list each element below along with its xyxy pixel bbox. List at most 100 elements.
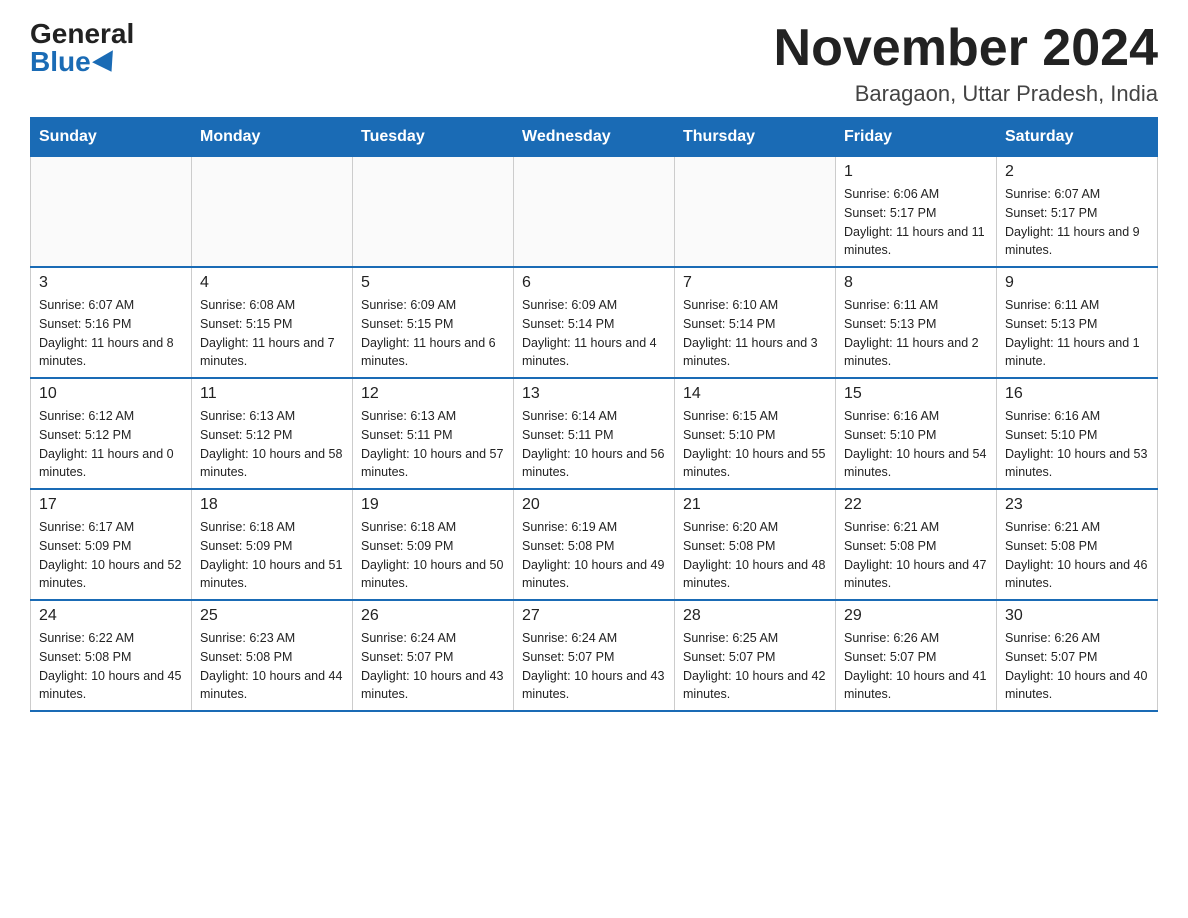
calendar-week-row: 24 Sunrise: 6:22 AMSunset: 5:08 PMDayligh… — [31, 600, 1158, 711]
day-number: 29 — [844, 607, 988, 625]
calendar-cell: 6 Sunrise: 6:09 AMSunset: 5:14 PMDaylight… — [514, 267, 675, 378]
calendar-cell: 20 Sunrise: 6:19 AMSunset: 5:08 PMDayligh… — [514, 489, 675, 600]
day-number: 1 — [844, 163, 988, 181]
calendar-table: SundayMondayTuesdayWednesdayThursdayFrid… — [30, 117, 1158, 712]
day-info: Sunrise: 6:22 AMSunset: 5:08 PMDaylight:… — [39, 629, 183, 704]
calendar-cell: 14 Sunrise: 6:15 AMSunset: 5:10 PMDayligh… — [675, 378, 836, 489]
logo-triangle-icon — [92, 50, 122, 78]
day-info: Sunrise: 6:26 AMSunset: 5:07 PMDaylight:… — [1005, 629, 1149, 704]
weekday-header-thursday: Thursday — [675, 118, 836, 157]
calendar-cell: 10Sunrise: 6:12 AMSunset: 5:12 PMDayligh… — [31, 378, 192, 489]
day-info: Sunrise: 6:15 AMSunset: 5:10 PMDaylight:… — [683, 407, 827, 482]
day-info: Sunrise: 6:18 AMSunset: 5:09 PMDaylight:… — [361, 518, 505, 593]
calendar-week-row: 10Sunrise: 6:12 AMSunset: 5:12 PMDayligh… — [31, 378, 1158, 489]
day-info: Sunrise: 6:18 AMSunset: 5:09 PMDaylight:… — [200, 518, 344, 593]
calendar-cell: 12 Sunrise: 6:13 AMSunset: 5:11 PMDayligh… — [353, 378, 514, 489]
day-info: Sunrise: 6:16 AMSunset: 5:10 PMDaylight:… — [1005, 407, 1149, 482]
calendar-cell: 19Sunrise: 6:18 AMSunset: 5:09 PMDayligh… — [353, 489, 514, 600]
day-number: 27 — [522, 607, 666, 625]
day-info: Sunrise: 6:16 AMSunset: 5:10 PMDaylight:… — [844, 407, 988, 482]
day-number: 7 — [683, 274, 827, 292]
day-number: 28 — [683, 607, 827, 625]
calendar-cell: 17 Sunrise: 6:17 AMSunset: 5:09 PMDayligh… — [31, 489, 192, 600]
day-number: 16 — [1005, 385, 1149, 403]
page-title: November 2024 — [774, 20, 1158, 77]
day-number: 24 — [39, 607, 183, 625]
day-number: 20 — [522, 496, 666, 514]
calendar-cell: 5Sunrise: 6:09 AMSunset: 5:15 PMDaylight… — [353, 267, 514, 378]
day-info: Sunrise: 6:11 AMSunset: 5:13 PMDaylight:… — [1005, 296, 1149, 371]
day-info: Sunrise: 6:08 AMSunset: 5:15 PMDaylight:… — [200, 296, 344, 371]
day-info: Sunrise: 6:09 AMSunset: 5:14 PMDaylight:… — [522, 296, 666, 371]
logo-general-text: General — [30, 20, 134, 48]
calendar-cell: 4 Sunrise: 6:08 AMSunset: 5:15 PMDaylight… — [192, 267, 353, 378]
calendar-cell: 15Sunrise: 6:16 AMSunset: 5:10 PMDayligh… — [836, 378, 997, 489]
day-info: Sunrise: 6:24 AMSunset: 5:07 PMDaylight:… — [361, 629, 505, 704]
calendar-cell: 8 Sunrise: 6:11 AMSunset: 5:13 PMDaylight… — [836, 267, 997, 378]
calendar-body: 1 Sunrise: 6:06 AMSunset: 5:17 PMDaylight… — [31, 157, 1158, 712]
day-number: 18 — [200, 496, 344, 514]
day-number: 30 — [1005, 607, 1149, 625]
day-info: Sunrise: 6:19 AMSunset: 5:08 PMDaylight:… — [522, 518, 666, 593]
weekday-header-row: SundayMondayTuesdayWednesdayThursdayFrid… — [31, 118, 1158, 157]
calendar-cell: 9 Sunrise: 6:11 AMSunset: 5:13 PMDaylight… — [997, 267, 1158, 378]
day-info: Sunrise: 6:23 AMSunset: 5:08 PMDaylight:… — [200, 629, 344, 704]
day-info: Sunrise: 6:12 AMSunset: 5:12 PMDaylight:… — [39, 407, 183, 482]
day-number: 13 — [522, 385, 666, 403]
day-number: 22 — [844, 496, 988, 514]
calendar-cell: 1 Sunrise: 6:06 AMSunset: 5:17 PMDaylight… — [836, 157, 997, 268]
logo-blue-text: Blue — [30, 48, 119, 76]
calendar-header: SundayMondayTuesdayWednesdayThursdayFrid… — [31, 118, 1158, 157]
day-info: Sunrise: 6:13 AMSunset: 5:11 PMDaylight:… — [361, 407, 505, 482]
calendar-cell — [675, 157, 836, 268]
calendar-cell: 22Sunrise: 6:21 AMSunset: 5:08 PMDayligh… — [836, 489, 997, 600]
calendar-cell — [31, 157, 192, 268]
logo: General Blue — [30, 20, 134, 76]
calendar-cell: 3Sunrise: 6:07 AMSunset: 5:16 PMDaylight… — [31, 267, 192, 378]
calendar-cell: 23Sunrise: 6:21 AMSunset: 5:08 PMDayligh… — [997, 489, 1158, 600]
day-number: 25 — [200, 607, 344, 625]
calendar-cell: 2Sunrise: 6:07 AMSunset: 5:17 PMDaylight… — [997, 157, 1158, 268]
day-number: 8 — [844, 274, 988, 292]
calendar-cell: 29Sunrise: 6:26 AMSunset: 5:07 PMDayligh… — [836, 600, 997, 711]
day-info: Sunrise: 6:10 AMSunset: 5:14 PMDaylight:… — [683, 296, 827, 371]
day-info: Sunrise: 6:21 AMSunset: 5:08 PMDaylight:… — [1005, 518, 1149, 593]
day-info: Sunrise: 6:06 AMSunset: 5:17 PMDaylight:… — [844, 185, 988, 260]
calendar-cell — [353, 157, 514, 268]
calendar-week-row: 17 Sunrise: 6:17 AMSunset: 5:09 PMDayligh… — [31, 489, 1158, 600]
day-info: Sunrise: 6:25 AMSunset: 5:07 PMDaylight:… — [683, 629, 827, 704]
weekday-header-sunday: Sunday — [31, 118, 192, 157]
day-number: 12 — [361, 385, 505, 403]
calendar-cell: 24 Sunrise: 6:22 AMSunset: 5:08 PMDayligh… — [31, 600, 192, 711]
day-number: 21 — [683, 496, 827, 514]
day-info: Sunrise: 6:24 AMSunset: 5:07 PMDaylight:… — [522, 629, 666, 704]
weekday-header-tuesday: Tuesday — [353, 118, 514, 157]
day-number: 26 — [361, 607, 505, 625]
day-number: 6 — [522, 274, 666, 292]
day-number: 4 — [200, 274, 344, 292]
day-info: Sunrise: 6:09 AMSunset: 5:15 PMDaylight:… — [361, 296, 505, 371]
title-block: November 2024 Baragaon, Uttar Pradesh, I… — [774, 20, 1158, 107]
day-info: Sunrise: 6:20 AMSunset: 5:08 PMDaylight:… — [683, 518, 827, 593]
calendar-cell: 27 Sunrise: 6:24 AMSunset: 5:07 PMDayligh… — [514, 600, 675, 711]
calendar-cell — [514, 157, 675, 268]
calendar-cell: 21 Sunrise: 6:20 AMSunset: 5:08 PMDayligh… — [675, 489, 836, 600]
day-number: 2 — [1005, 163, 1149, 181]
calendar-cell: 7 Sunrise: 6:10 AMSunset: 5:14 PMDaylight… — [675, 267, 836, 378]
weekday-header-friday: Friday — [836, 118, 997, 157]
day-number: 17 — [39, 496, 183, 514]
day-number: 14 — [683, 385, 827, 403]
day-info: Sunrise: 6:07 AMSunset: 5:16 PMDaylight:… — [39, 296, 183, 371]
weekday-header-monday: Monday — [192, 118, 353, 157]
calendar-cell: 26 Sunrise: 6:24 AMSunset: 5:07 PMDayligh… — [353, 600, 514, 711]
day-number: 9 — [1005, 274, 1149, 292]
calendar-cell: 11 Sunrise: 6:13 AMSunset: 5:12 PMDayligh… — [192, 378, 353, 489]
day-info: Sunrise: 6:13 AMSunset: 5:12 PMDaylight:… — [200, 407, 344, 482]
day-info: Sunrise: 6:11 AMSunset: 5:13 PMDaylight:… — [844, 296, 988, 371]
calendar-cell: 25 Sunrise: 6:23 AMSunset: 5:08 PMDayligh… — [192, 600, 353, 711]
page-header: General Blue November 2024 Baragaon, Utt… — [30, 20, 1158, 107]
calendar-cell: 13Sunrise: 6:14 AMSunset: 5:11 PMDayligh… — [514, 378, 675, 489]
day-number: 11 — [200, 385, 344, 403]
day-info: Sunrise: 6:17 AMSunset: 5:09 PMDaylight:… — [39, 518, 183, 593]
weekday-header-saturday: Saturday — [997, 118, 1158, 157]
